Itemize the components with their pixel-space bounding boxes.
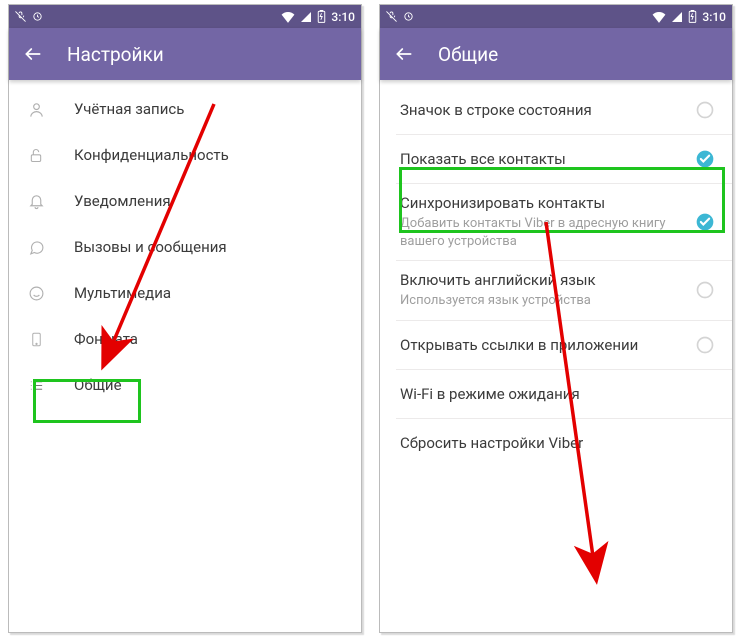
settings-item-calls-messages[interactable]: Вызовы и сообщения	[9, 224, 361, 270]
settings-item-general[interactable]: Общие	[9, 362, 361, 408]
toggle-english[interactable]: Включить английский язык Используется яз…	[380, 261, 732, 320]
wifi-icon	[281, 11, 295, 23]
settings-item-privacy[interactable]: Конфиденциальность	[9, 132, 361, 178]
settings-item-label: Учётная запись	[74, 100, 345, 118]
status-time: 3:10	[331, 10, 355, 24]
item-label: Сбросить настройки Viber	[400, 434, 716, 452]
chat-icon	[26, 239, 46, 256]
page-title: Настройки	[67, 43, 164, 66]
settings-item-media[interactable]: Мультимедиа	[9, 270, 361, 316]
item-wifi-sleep[interactable]: Wi-Fi в режиме ожидания	[380, 370, 732, 418]
settings-item-label: Мультимедиа	[74, 284, 345, 302]
mic-muted-icon	[386, 11, 397, 22]
item-reset-viber[interactable]: Сбросить настройки Viber	[380, 419, 732, 467]
settings-item-label: Конфиденциальность	[74, 146, 345, 164]
radio-off-icon[interactable]	[694, 335, 716, 355]
back-icon[interactable]	[394, 44, 414, 64]
phone-screen-left: 3:10 Настройки Учётная запись Конфиденци…	[8, 4, 362, 633]
battery-icon	[688, 10, 697, 23]
toggle-label: Значок в строке состояния	[400, 101, 684, 119]
toggle-status-bar-icon[interactable]: Значок в строке состояния	[380, 86, 732, 134]
lock-icon	[26, 147, 46, 164]
radio-off-icon[interactable]	[694, 100, 716, 120]
status-bar: 3:10	[380, 5, 732, 28]
toggle-subtitle: Используется язык устройства	[400, 292, 684, 310]
general-settings-list: Значок в строке состояния Показать все к…	[380, 80, 732, 467]
settings-list: Учётная запись Конфиденциальность Уведом…	[9, 80, 361, 408]
toggle-open-links-in-app[interactable]: Открывать ссылки в приложении	[380, 321, 732, 369]
settings-item-label: Уведомления	[74, 192, 345, 210]
toggle-label: Показать все контакты	[400, 150, 684, 168]
wifi-icon	[652, 11, 666, 23]
signal-icon	[300, 11, 312, 23]
settings-item-label: Вызовы и сообщения	[74, 238, 345, 256]
item-label: Wi-Fi в режиме ожидания	[400, 385, 716, 403]
back-icon[interactable]	[23, 44, 43, 64]
user-icon	[26, 101, 46, 118]
radio-off-icon[interactable]	[694, 280, 716, 300]
phone-screen-right: 3:10 Общие Значок в строке состояния Пок…	[379, 4, 733, 633]
battery-icon	[317, 10, 326, 23]
app-bar: Настройки	[9, 28, 361, 80]
signal-icon	[671, 11, 683, 23]
check-on-icon[interactable]	[694, 212, 716, 232]
status-time: 3:10	[702, 10, 726, 24]
status-bar: 3:10	[9, 5, 361, 28]
toggle-label: Включить английский язык	[400, 271, 684, 289]
toggle-subtitle: Добавить контакты Viber в адресную книгу…	[400, 215, 684, 250]
smile-icon	[26, 285, 46, 302]
toggle-label: Открывать ссылки в приложении	[400, 336, 684, 354]
settings-item-chat-background[interactable]: Фон чата	[9, 316, 361, 362]
phone-icon	[26, 331, 46, 348]
rotation-icon	[32, 11, 43, 22]
toggle-label: Синхронизировать контакты	[400, 194, 684, 212]
settings-item-account[interactable]: Учётная запись	[9, 86, 361, 132]
settings-item-label: Общие	[74, 376, 345, 394]
check-on-icon[interactable]	[694, 149, 716, 169]
page-title: Общие	[438, 43, 498, 66]
settings-item-label: Фон чата	[74, 330, 345, 348]
mic-muted-icon	[15, 11, 26, 22]
rotation-icon	[403, 11, 414, 22]
list-icon	[26, 378, 46, 393]
toggle-show-all-contacts[interactable]: Показать все контакты	[380, 135, 732, 183]
bell-icon	[26, 193, 46, 210]
app-bar: Общие	[380, 28, 732, 80]
toggle-sync-contacts[interactable]: Синхронизировать контакты Добавить конта…	[380, 184, 732, 260]
settings-item-notifications[interactable]: Уведомления	[9, 178, 361, 224]
